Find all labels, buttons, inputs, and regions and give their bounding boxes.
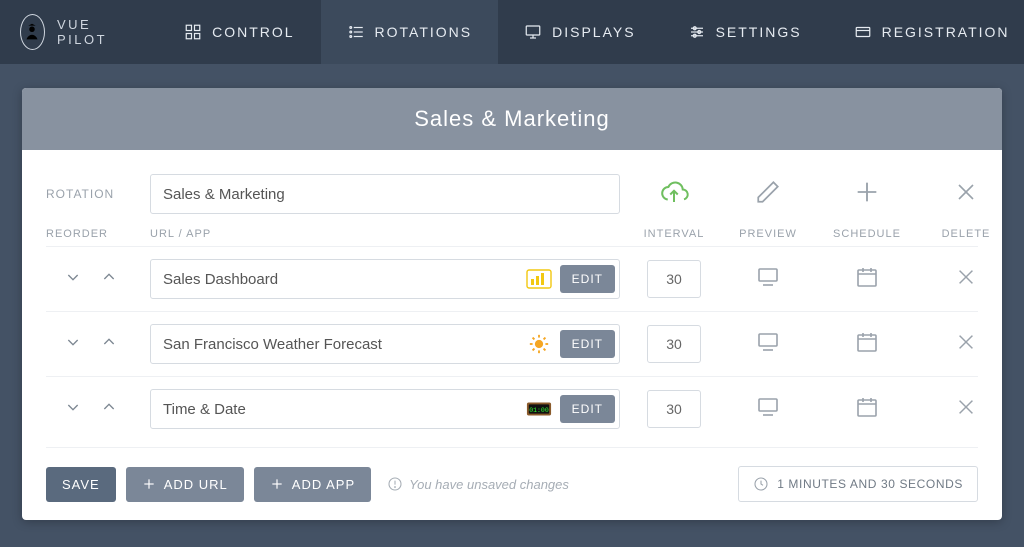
add-app-button[interactable]: ADD APP <box>254 467 371 502</box>
top-nav: VUE PILOT CONTROL ROTATIONS DISPLAYS SET… <box>0 0 1024 64</box>
page-title: Sales & Marketing <box>22 88 1002 150</box>
add-url-label: ADD URL <box>164 477 228 492</box>
add-button[interactable] <box>822 178 912 211</box>
item-name: San Francisco Weather Forecast <box>163 336 518 353</box>
item-name: Sales Dashboard <box>163 271 518 288</box>
delete-button[interactable] <box>926 396 1002 423</box>
svg-text:01:00: 01:00 <box>529 407 549 414</box>
nav-label: SETTINGS <box>716 24 802 40</box>
item-name: Time & Date <box>163 401 518 418</box>
col-delete: DELETE <box>926 228 1002 240</box>
brand-logo-icon <box>20 14 45 50</box>
brand: VUE PILOT <box>20 14 118 50</box>
rotation-name-input[interactable] <box>150 174 620 214</box>
nav-displays[interactable]: DISPLAYS <box>498 0 661 64</box>
cloud-upload-button[interactable] <box>634 177 714 212</box>
nav-registration[interactable]: REGISTRATION <box>828 0 1024 64</box>
col-url-app: URL / APP <box>150 228 620 240</box>
schedule-button[interactable] <box>822 330 912 359</box>
interval-input[interactable] <box>647 260 701 298</box>
total-duration-chip: 1 MINUTES AND 30 SECONDS <box>738 466 978 502</box>
add-app-label: ADD APP <box>292 477 355 492</box>
list-icon <box>347 23 365 41</box>
nav-label: ROTATIONS <box>375 24 473 40</box>
grid-icon <box>184 23 202 41</box>
edit-button[interactable]: EDIT <box>560 265 615 293</box>
move-down-button[interactable] <box>62 334 84 355</box>
url-app-field: San Francisco Weather Forecast EDIT <box>150 324 620 364</box>
rotation-item-row: Time & Date 01:00 EDIT <box>46 376 978 441</box>
edit-button[interactable]: EDIT <box>560 395 615 423</box>
card-icon <box>854 23 872 41</box>
url-app-field: Time & Date 01:00 EDIT <box>150 389 620 429</box>
edit-button[interactable]: EDIT <box>560 330 615 358</box>
col-schedule: SCHEDULE <box>822 228 912 240</box>
preview-button[interactable] <box>728 330 808 359</box>
schedule-button[interactable] <box>822 265 912 294</box>
nav-settings[interactable]: SETTINGS <box>662 0 828 64</box>
nav-items: CONTROL ROTATIONS DISPLAYS SETTINGS REGI… <box>158 0 1024 64</box>
footer-bar: SAVE ADD URL ADD APP You have unsaved ch… <box>46 447 978 502</box>
nav-label: DISPLAYS <box>552 24 635 40</box>
close-button[interactable] <box>926 180 1002 209</box>
rename-button[interactable] <box>728 179 808 210</box>
unsaved-text: You have unsaved changes <box>409 477 569 492</box>
url-app-field: Sales Dashboard EDIT <box>150 259 620 299</box>
monitor-icon <box>524 23 542 41</box>
preview-button[interactable] <box>728 265 808 294</box>
digital-clock-icon: 01:00 <box>526 398 552 420</box>
delete-button[interactable] <box>926 266 1002 293</box>
move-up-button[interactable] <box>98 399 120 420</box>
add-url-button[interactable]: ADD URL <box>126 467 244 502</box>
delete-button[interactable] <box>926 331 1002 358</box>
col-preview: PREVIEW <box>728 228 808 240</box>
sliders-icon <box>688 23 706 41</box>
move-down-button[interactable] <box>62 399 84 420</box>
duration-text: 1 MINUTES AND 30 SECONDS <box>777 477 963 491</box>
nav-control[interactable]: CONTROL <box>158 0 320 64</box>
powerbi-icon <box>526 268 552 290</box>
brand-label: VUE PILOT <box>57 17 118 47</box>
preview-button[interactable] <box>728 395 808 424</box>
move-up-button[interactable] <box>98 334 120 355</box>
nav-rotations[interactable]: ROTATIONS <box>321 0 499 64</box>
rotation-label: ROTATION <box>46 187 136 201</box>
rotation-item-row: Sales Dashboard EDIT <box>46 246 978 311</box>
columns-header: REORDER URL / APP INTERVAL PREVIEW SCHED… <box>46 228 978 246</box>
schedule-button[interactable] <box>822 395 912 424</box>
move-down-button[interactable] <box>62 269 84 290</box>
rotation-item-row: San Francisco Weather Forecast EDIT <box>46 311 978 376</box>
interval-input[interactable] <box>647 325 701 363</box>
rotation-editor-card: Sales & Marketing ROTATION REORDER URL /… <box>22 88 1002 520</box>
col-interval: INTERVAL <box>634 228 714 240</box>
unsaved-changes-notice: You have unsaved changes <box>387 476 569 492</box>
interval-input[interactable] <box>647 390 701 428</box>
rotation-name-row: ROTATION <box>46 168 978 228</box>
save-button[interactable]: SAVE <box>46 467 116 502</box>
nav-label: REGISTRATION <box>882 24 1010 40</box>
col-reorder: REORDER <box>46 228 136 240</box>
nav-label: CONTROL <box>212 24 294 40</box>
sun-icon <box>526 333 552 355</box>
move-up-button[interactable] <box>98 269 120 290</box>
